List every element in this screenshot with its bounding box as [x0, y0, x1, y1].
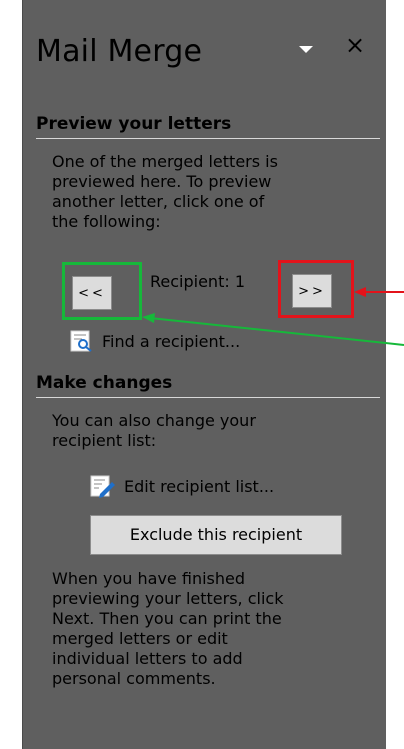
- find-recipient-link[interactable]: Find a recipient...: [70, 330, 240, 352]
- chevron-down-icon[interactable]: [294, 38, 320, 60]
- divider: [36, 397, 380, 398]
- finish-description: When you have finished previewing your l…: [52, 569, 382, 689]
- text-line: recipient list:: [52, 431, 157, 450]
- text-line: You can also change your: [52, 411, 256, 430]
- edit-recipient-list-link[interactable]: Edit recipient list...: [90, 474, 274, 498]
- pane-title: Mail Merge: [36, 34, 203, 69]
- changes-description: You can also change your recipient list:: [52, 411, 382, 451]
- edit-recipient-list-label: Edit recipient list...: [124, 476, 275, 496]
- text-line: the following:: [52, 212, 161, 231]
- text-line: When you have finished: [52, 569, 245, 588]
- section-heading-preview: Preview your letters: [36, 114, 232, 134]
- previous-recipient-button[interactable]: <<: [72, 276, 112, 310]
- section-heading-changes: Make changes: [36, 373, 173, 393]
- find-recipient-label: Find a recipient...: [102, 331, 241, 351]
- text-line: merged letters or edit: [52, 629, 228, 648]
- scrollbar[interactable]: [386, 0, 404, 749]
- recipient-counter: Recipient: 1: [150, 272, 245, 291]
- text-line: individual letters to add: [52, 649, 243, 668]
- edit-list-icon: [90, 475, 115, 498]
- preview-description: One of the merged letters is previewed h…: [52, 152, 382, 232]
- divider: [36, 138, 380, 139]
- text-line: One of the merged letters is: [52, 152, 278, 171]
- exclude-recipient-button[interactable]: Exclude this recipient: [90, 515, 342, 555]
- find-recipient-icon: [70, 330, 92, 352]
- text-line: Next. Then you can print the: [52, 609, 282, 628]
- close-icon[interactable]: ×: [340, 30, 370, 60]
- text-line: previewing your letters, click: [52, 589, 284, 608]
- next-recipient-button[interactable]: >>: [292, 274, 332, 308]
- text-line: personal comments.: [52, 669, 216, 688]
- text-line: another letter, click one of: [52, 192, 265, 211]
- text-line: previewed here. To preview: [52, 172, 272, 191]
